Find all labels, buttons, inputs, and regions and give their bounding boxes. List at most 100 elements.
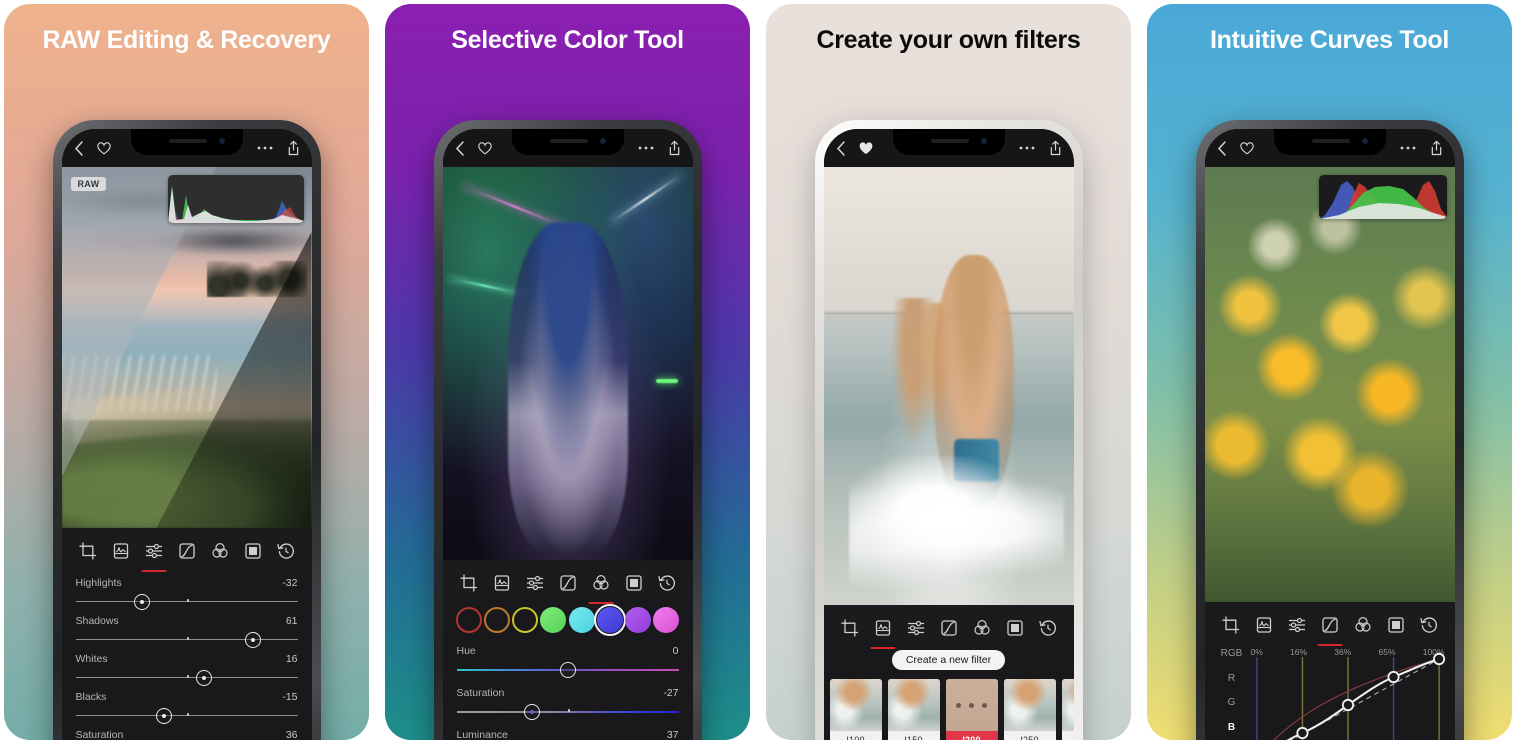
slider-label: Luminance xyxy=(456,729,508,740)
more-dots-icon[interactable] xyxy=(1019,146,1035,150)
slider-knob[interactable] xyxy=(559,662,576,678)
slider-knob[interactable] xyxy=(245,632,262,648)
slider-knob[interactable] xyxy=(156,708,173,724)
editor-toolbar-panel: Create a new filter I100 I150 I200 I250 … xyxy=(823,605,1074,740)
slider-track[interactable] xyxy=(456,704,679,720)
crop-icon[interactable] xyxy=(455,569,483,597)
history-icon[interactable] xyxy=(1034,614,1062,642)
filters-icon[interactable] xyxy=(107,537,135,565)
slider-row[interactable]: Highlights -32 xyxy=(75,577,298,610)
slider-row[interactable]: Hue 0 xyxy=(456,645,679,678)
vignette-icon[interactable] xyxy=(239,537,267,565)
heart-icon[interactable] xyxy=(477,141,492,155)
filters-icon[interactable] xyxy=(869,614,897,649)
history-icon[interactable] xyxy=(653,569,681,597)
phone-screen: Hue 0 Saturation -27 Luminance 37 xyxy=(442,129,693,740)
heart-icon[interactable] xyxy=(96,141,111,155)
photo-preview[interactable] xyxy=(1204,167,1455,602)
crop-icon[interactable] xyxy=(74,537,102,565)
swatch-red[interactable] xyxy=(455,607,482,633)
color-wheel-icon[interactable] xyxy=(1349,611,1377,639)
filter-thumbnails[interactable]: I100 I150 I200 I250 I300 xyxy=(824,670,1074,740)
slider-knob[interactable] xyxy=(134,594,151,610)
back-button[interactable] xyxy=(74,140,83,156)
crop-icon[interactable] xyxy=(1217,611,1245,639)
more-dots-icon[interactable] xyxy=(638,146,654,150)
color-wheel-icon[interactable] xyxy=(587,569,615,604)
more-dots-icon[interactable] xyxy=(1400,146,1416,150)
adjust-icon[interactable] xyxy=(521,569,549,597)
slider-track[interactable] xyxy=(75,670,298,686)
slider-row[interactable]: Luminance 37 xyxy=(457,729,679,740)
filters-icon[interactable] xyxy=(1250,611,1278,639)
slider-row[interactable]: Saturation -27 xyxy=(456,687,679,720)
filter-item[interactable]: I100 xyxy=(829,679,882,740)
curve-graph[interactable]: 0% 16% 36% 65% 100% xyxy=(1249,647,1447,740)
swatch-purple[interactable] xyxy=(625,607,652,633)
swatch-magenta[interactable] xyxy=(653,607,680,633)
crop-icon[interactable] xyxy=(836,614,864,642)
speaker-icon xyxy=(1311,139,1350,143)
slider-value: -32 xyxy=(282,577,298,589)
filter-item-selected[interactable]: I200 xyxy=(945,679,998,740)
adjust-icon[interactable] xyxy=(902,614,930,642)
editor-toolbar-panel: RGB R G B 0% 16% 36% 65% 100% xyxy=(1204,602,1455,740)
channel-b[interactable]: B xyxy=(1228,721,1235,734)
slider-row[interactable]: Blacks -15 xyxy=(75,691,298,724)
photo-preview[interactable] xyxy=(823,167,1074,605)
swatch-orange[interactable] xyxy=(483,607,510,633)
color-wheel-icon[interactable] xyxy=(968,614,996,642)
back-button[interactable] xyxy=(1217,140,1226,156)
color-wheel-icon[interactable] xyxy=(206,537,234,565)
share-icon[interactable] xyxy=(287,140,300,156)
adjust-icon[interactable] xyxy=(140,537,168,572)
adjust-icon[interactable] xyxy=(1283,611,1311,639)
slider-label: Shadows xyxy=(75,615,119,627)
filters-icon[interactable] xyxy=(488,569,516,597)
curves-icon[interactable] xyxy=(173,537,201,565)
curves-icon[interactable] xyxy=(554,569,582,597)
photo-preview[interactable]: RAW xyxy=(61,167,312,528)
slider-track[interactable] xyxy=(456,662,679,678)
channel-r[interactable]: R xyxy=(1228,672,1235,685)
filter-item[interactable]: I150 xyxy=(887,679,940,740)
vignette-icon[interactable] xyxy=(620,569,648,597)
heart-icon[interactable] xyxy=(1239,141,1254,155)
curves-editor[interactable]: RGB R G B 0% 16% 36% 65% 100% xyxy=(1204,639,1455,740)
slider-label: Blacks xyxy=(75,691,107,703)
swatch-cyan[interactable] xyxy=(568,607,595,633)
more-dots-icon[interactable] xyxy=(257,146,273,150)
share-icon[interactable] xyxy=(1049,140,1062,156)
vignette-icon[interactable] xyxy=(1382,611,1410,639)
channel-g[interactable]: G xyxy=(1228,696,1236,709)
slider-track[interactable] xyxy=(75,632,298,648)
history-icon[interactable] xyxy=(1415,611,1443,639)
histogram xyxy=(1318,175,1447,219)
vignette-icon[interactable] xyxy=(1001,614,1029,642)
channel-selector[interactable]: RGB R G B xyxy=(1215,647,1249,740)
share-icon[interactable] xyxy=(668,140,681,156)
heart-icon[interactable] xyxy=(859,141,873,155)
slider-track[interactable] xyxy=(75,708,298,724)
slider-row[interactable]: Saturation 36 xyxy=(76,729,298,740)
filter-item[interactable]: I250 xyxy=(1003,679,1056,740)
channel-rgb[interactable]: RGB xyxy=(1221,647,1243,660)
create-new-filter-button[interactable]: Create a new filter xyxy=(891,650,1006,670)
slider-track[interactable] xyxy=(75,594,298,610)
slider-row[interactable]: Whites 16 xyxy=(75,653,298,686)
slider-knob[interactable] xyxy=(196,670,213,686)
swatch-blue[interactable] xyxy=(593,604,626,636)
photo-preview[interactable] xyxy=(442,167,693,560)
back-button[interactable] xyxy=(836,140,845,156)
swatch-green[interactable] xyxy=(540,607,567,633)
curves-icon[interactable] xyxy=(935,614,963,642)
swatch-yellow[interactable] xyxy=(512,607,539,633)
share-icon[interactable] xyxy=(1430,140,1443,156)
raw-badge: RAW xyxy=(70,177,107,191)
history-icon[interactable] xyxy=(272,537,300,565)
slider-knob[interactable] xyxy=(523,704,540,720)
curves-icon[interactable] xyxy=(1316,611,1344,646)
back-button[interactable] xyxy=(455,140,464,156)
slider-row[interactable]: Shadows 61 xyxy=(75,615,298,648)
filter-item[interactable]: I300 xyxy=(1061,679,1074,740)
